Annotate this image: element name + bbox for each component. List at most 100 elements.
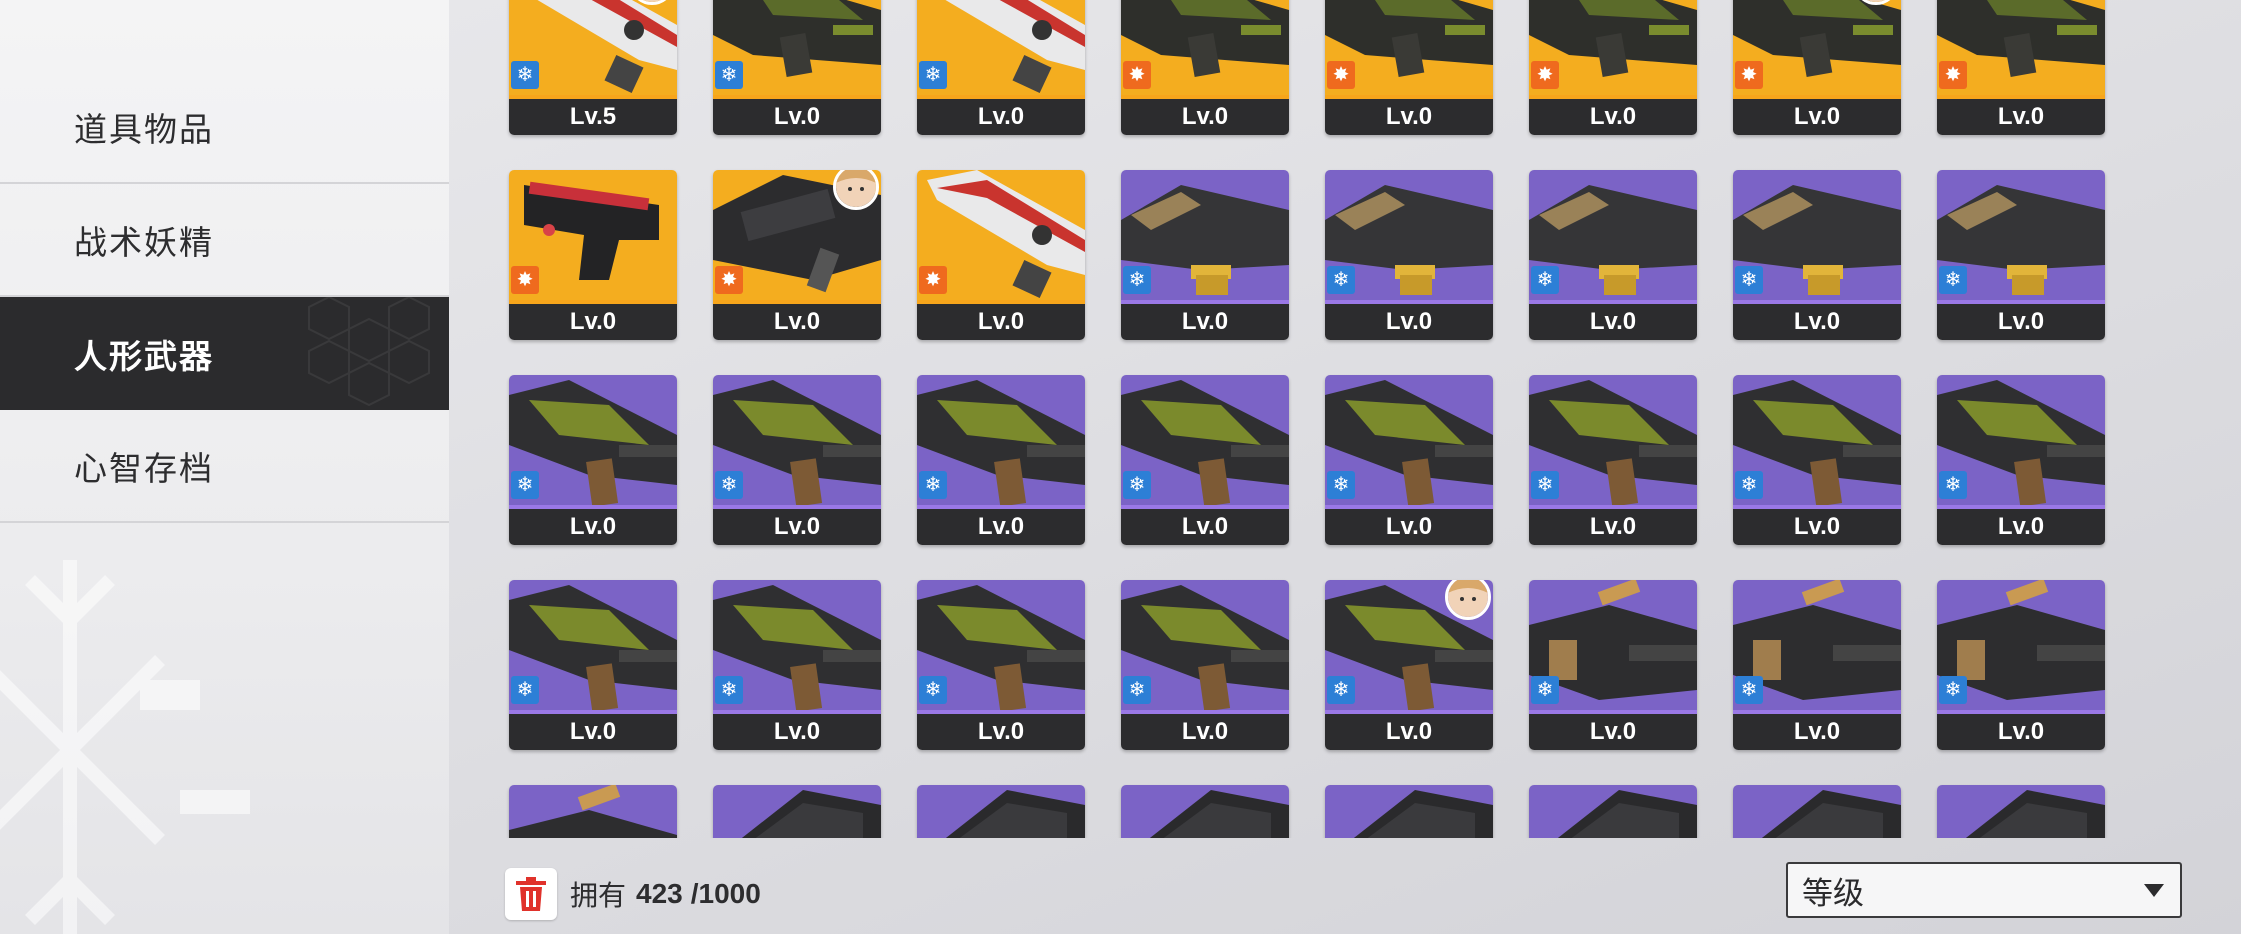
weapon-card[interactable]: ❄ Lv.0 (1529, 375, 1697, 545)
weapon-image (509, 785, 677, 838)
freeze-element-icon: ❄ (1735, 266, 1763, 294)
weapon-card[interactable]: ❄ Lv.0 (1937, 170, 2105, 340)
weapon-level: Lv.0 (917, 714, 1085, 750)
weapon-grid[interactable]: ❄ Lv.5 ❄ Lv.0 ❄ Lv.0 ✸ Lv.0 ✸ Lv.0 ✸ Lv.0 ✸ Lv.0 ✸ Lv.0… (449, 0, 2241, 838)
weapon-card[interactable] (713, 785, 881, 838)
weapon-level: Lv.0 (1733, 509, 1901, 545)
weapon-card[interactable]: ✸ Lv.0 (1733, 0, 1901, 135)
weapon-card[interactable]: ❄ Lv.0 (713, 375, 881, 545)
freeze-element-icon: ❄ (1123, 266, 1151, 294)
weapon-card[interactable]: ❄ Lv.0 (1937, 580, 2105, 750)
weapon-level: Lv.0 (713, 99, 881, 135)
weapon-card[interactable]: ❄ Lv.0 (1325, 580, 1493, 750)
weapon-image (1529, 785, 1697, 838)
weapon-level: Lv.0 (1937, 304, 2105, 340)
freeze-element-icon: ❄ (919, 471, 947, 499)
freeze-element-icon: ❄ (1327, 471, 1355, 499)
weapon-level: Lv.0 (1325, 99, 1493, 135)
weapon-card[interactable]: ❄ Lv.0 (713, 580, 881, 750)
weapon-level: Lv.0 (1733, 714, 1901, 750)
weapon-card[interactable]: ✸ Lv.0 (1529, 0, 1697, 135)
freeze-element-icon: ❄ (1939, 676, 1967, 704)
weapon-card[interactable]: ❄ Lv.0 (1121, 375, 1289, 545)
weapon-level: Lv.0 (713, 714, 881, 750)
weapon-card[interactable]: ❄ Lv.0 (917, 580, 1085, 750)
weapon-card[interactable]: ❄ Lv.0 (1733, 170, 1901, 340)
weapon-card[interactable]: ❄ Lv.0 (1529, 580, 1697, 750)
weapon-card[interactable]: ❄ Lv.5 (509, 0, 677, 135)
weapon-card[interactable]: ✸ Lv.0 (917, 170, 1085, 340)
weapon-card[interactable]: ❄ Lv.0 (509, 580, 677, 750)
freeze-element-icon: ❄ (1735, 676, 1763, 704)
weapon-level: Lv.0 (1529, 99, 1697, 135)
weapon-card[interactable] (917, 785, 1085, 838)
weapon-card[interactable]: ❄ Lv.0 (917, 0, 1085, 135)
freeze-element-icon: ❄ (511, 471, 539, 499)
weapon-level: Lv.0 (1937, 509, 2105, 545)
weapon-level: Lv.0 (1937, 714, 2105, 750)
weapon-image (1121, 785, 1289, 838)
weapon-card[interactable] (1937, 785, 2105, 838)
freeze-element-icon: ❄ (715, 61, 743, 89)
weapon-level: Lv.0 (509, 509, 677, 545)
snowflake-emblem-decoration (0, 560, 250, 934)
weapon-card[interactable]: ✸ Lv.0 (1937, 0, 2105, 135)
weapon-card[interactable]: ❄ Lv.0 (713, 0, 881, 135)
freeze-element-icon: ❄ (1939, 266, 1967, 294)
burn-element-icon: ✸ (1939, 61, 1967, 89)
weapon-card[interactable]: ✸ Lv.0 (713, 170, 881, 340)
freeze-element-icon: ❄ (1123, 676, 1151, 704)
weapon-card[interactable]: ❄ Lv.0 (1937, 375, 2105, 545)
weapon-level: Lv.0 (1121, 509, 1289, 545)
freeze-element-icon: ❄ (1123, 471, 1151, 499)
burn-element-icon: ✸ (1123, 61, 1151, 89)
weapon-card[interactable]: ✸ Lv.0 (1325, 0, 1493, 135)
freeze-element-icon: ❄ (1531, 471, 1559, 499)
hex-pattern-decoration (308, 297, 430, 407)
freeze-element-icon: ❄ (1939, 471, 1967, 499)
weapon-card[interactable] (509, 785, 677, 838)
weapon-card[interactable]: ❄ Lv.0 (1529, 170, 1697, 340)
weapon-card[interactable]: ❄ Lv.0 (1121, 580, 1289, 750)
weapon-image (1325, 785, 1493, 838)
weapon-level: Lv.0 (1529, 304, 1697, 340)
weapon-card[interactable] (1325, 785, 1493, 838)
weapon-card[interactable] (1529, 785, 1697, 838)
weapon-card[interactable]: ❄ Lv.0 (1733, 580, 1901, 750)
freeze-element-icon: ❄ (919, 676, 947, 704)
weapon-card[interactable] (1733, 785, 1901, 838)
burn-element-icon: ✸ (1327, 61, 1355, 89)
dismantle-button[interactable] (505, 868, 557, 920)
weapon-level: Lv.0 (1733, 304, 1901, 340)
owned-max: /1000 (690, 878, 761, 909)
weapon-card[interactable]: ❄ Lv.0 (1325, 170, 1493, 340)
sidebar-item-fairies[interactable]: 战术妖精 (0, 184, 449, 297)
weapon-level: Lv.0 (1325, 509, 1493, 545)
weapon-level: Lv.0 (917, 304, 1085, 340)
sidebar-item-label: 人形武器 (74, 337, 214, 375)
weapon-card[interactable]: ✸ Lv.0 (1121, 0, 1289, 135)
sidebar-item-mind-archive[interactable]: 心智存档 (0, 410, 449, 523)
weapon-level: Lv.0 (713, 509, 881, 545)
burn-element-icon: ✸ (919, 266, 947, 294)
weapon-card[interactable]: ❄ Lv.0 (917, 375, 1085, 545)
freeze-element-icon: ❄ (1735, 471, 1763, 499)
dropdown-caret-icon (2144, 884, 2164, 897)
freeze-element-icon: ❄ (511, 676, 539, 704)
weapon-level: Lv.0 (509, 714, 677, 750)
weapon-card[interactable] (1121, 785, 1289, 838)
weapon-card[interactable]: ❄ Lv.0 (1121, 170, 1289, 340)
weapon-card[interactable]: ❄ Lv.0 (1325, 375, 1493, 545)
weapon-level: Lv.0 (1529, 509, 1697, 545)
sidebar-item-items[interactable]: 道具物品 (0, 71, 449, 184)
weapon-card[interactable]: ❄ Lv.0 (1733, 375, 1901, 545)
weapon-level: Lv.0 (1733, 99, 1901, 135)
owned-label: 拥有 (570, 880, 627, 911)
sort-dropdown[interactable]: 等级 (1786, 862, 2182, 918)
weapon-card[interactable]: ❄ Lv.0 (509, 375, 677, 545)
sidebar-item-weapons[interactable]: 人形武器 (0, 297, 449, 410)
weapon-card[interactable]: ✸ Lv.0 (509, 170, 677, 340)
weapon-image (713, 785, 881, 838)
burn-element-icon: ✸ (1735, 61, 1763, 89)
sidebar-item-label: 心智存档 (74, 449, 214, 487)
